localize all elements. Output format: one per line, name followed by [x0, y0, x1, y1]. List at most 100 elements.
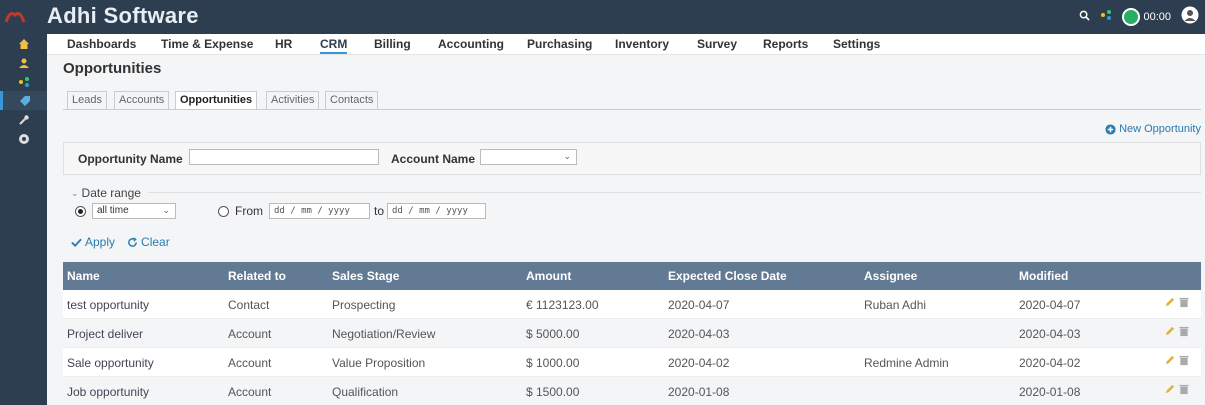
- tab-opportunities[interactable]: Opportunities: [175, 91, 258, 110]
- wrench-icon: [18, 114, 29, 125]
- period-value: all time: [97, 205, 129, 216]
- menu-hr[interactable]: HR: [275, 37, 292, 51]
- sidebar-item-home[interactable]: [0, 34, 47, 53]
- home-icon: [18, 38, 29, 49]
- tags-icon: [20, 95, 30, 106]
- sidebar-item-share[interactable]: [0, 72, 47, 91]
- chevron-down-icon: ⌄: [71, 187, 79, 198]
- sidebar-item-info[interactable]: [0, 129, 47, 148]
- to-date-input[interactable]: dd / mm / yyyy: [387, 203, 487, 219]
- trash-icon[interactable]: [1179, 355, 1189, 366]
- search-icon[interactable]: [1079, 10, 1091, 24]
- filter-actions: Apply Clear: [71, 235, 170, 249]
- cell-sales-stage: Prospecting: [332, 298, 396, 312]
- share-icon[interactable]: [1100, 9, 1112, 24]
- trash-icon[interactable]: [1179, 384, 1189, 395]
- col-assignee[interactable]: Assignee: [864, 269, 917, 283]
- from-radio[interactable]: [218, 205, 229, 217]
- new-opportunity-button[interactable]: New Opportunity: [1105, 123, 1201, 135]
- opportunity-name-label: Opportunity Name: [78, 152, 183, 166]
- date-range-label: Date range: [81, 186, 141, 200]
- account-name-label: Account Name: [391, 152, 476, 166]
- cell-related-to: Contact: [228, 298, 270, 312]
- timer-value: 00:00: [1143, 10, 1171, 23]
- date-range-legend[interactable]: ⌄ Date range: [71, 186, 141, 200]
- cell-modified: 2020-04-07: [1019, 298, 1081, 312]
- cell-sales-stage: Negotiation/Review: [332, 327, 436, 341]
- timer-widget[interactable]: 00:00: [1122, 7, 1171, 26]
- tab-contacts[interactable]: Contacts: [325, 91, 379, 110]
- period-radio[interactable]: [75, 205, 86, 217]
- col-amount[interactable]: Amount: [526, 269, 571, 283]
- plus-circle-icon: [1105, 123, 1116, 135]
- menu-crm[interactable]: CRM: [320, 37, 348, 54]
- menu-settings[interactable]: Settings: [833, 37, 880, 51]
- menu-survey[interactable]: Survey: [697, 37, 737, 51]
- sidebar-item-crm[interactable]: [0, 91, 47, 110]
- user-avatar-icon[interactable]: [1181, 6, 1199, 27]
- menu-accounting[interactable]: Accounting: [438, 37, 504, 51]
- new-opportunity-label: New Opportunity: [1119, 123, 1201, 135]
- sidebar-item-user[interactable]: [0, 53, 47, 72]
- period-select[interactable]: all time ⌄: [92, 203, 176, 219]
- cell-amount: $ 1000.00: [526, 356, 580, 370]
- cell-amount: $ 5000.00: [526, 327, 580, 341]
- col-expected-close-date[interactable]: Expected Close Date: [668, 269, 787, 283]
- cell-name[interactable]: Project deliver: [67, 327, 143, 341]
- from-date-input[interactable]: dd / mm / yyyy: [269, 203, 370, 219]
- col-sales-stage[interactable]: Sales Stage: [332, 269, 399, 283]
- menu-dashboards[interactable]: Dashboards: [67, 37, 136, 51]
- edit-icon[interactable]: [1164, 297, 1175, 308]
- custom-range-option: From dd / mm / yyyy to dd / mm / yyyy: [218, 203, 487, 219]
- edit-icon[interactable]: [1164, 326, 1175, 337]
- cell-name[interactable]: test opportunity: [67, 298, 149, 312]
- cell-name[interactable]: Job opportunity: [67, 385, 149, 399]
- account-name-select[interactable]: ⌄: [480, 149, 577, 165]
- table-row[interactable]: Project deliver Account Negotiation/Review…: [63, 319, 1201, 348]
- row-actions: [1164, 297, 1189, 308]
- app-title: Adhi Software: [47, 3, 199, 28]
- timer-status-icon: [1122, 7, 1141, 26]
- to-label: to: [374, 204, 385, 218]
- cell-modified: 2020-01-08: [1019, 385, 1081, 399]
- table-row[interactable]: Job opportunity Account Qualification $ 150…: [63, 377, 1201, 405]
- edit-icon[interactable]: [1164, 384, 1175, 395]
- period-option: all time ⌄: [75, 203, 176, 219]
- cell-modified: 2020-04-03: [1019, 327, 1081, 341]
- col-modified[interactable]: Modified: [1019, 269, 1068, 283]
- cell-expected-close-date: 2020-04-02: [668, 356, 730, 370]
- col-related-to[interactable]: Related to: [228, 269, 286, 283]
- table-header: Name Related to Sales Stage Amount Expec…: [63, 262, 1201, 290]
- edit-icon[interactable]: [1164, 355, 1175, 366]
- tab-leads[interactable]: Leads: [67, 91, 107, 110]
- menu-purchasing[interactable]: Purchasing: [527, 37, 592, 51]
- trash-icon[interactable]: [1179, 297, 1189, 308]
- tab-accounts[interactable]: Accounts: [114, 91, 170, 110]
- tab-activities[interactable]: Activities: [266, 91, 320, 110]
- menu-time-expense[interactable]: Time & Expense: [161, 37, 253, 51]
- col-name[interactable]: Name: [67, 269, 100, 283]
- from-label: From: [235, 204, 263, 218]
- table-row[interactable]: Sale opportunity Account Value Proposition…: [63, 348, 1201, 377]
- trash-icon[interactable]: [1179, 326, 1189, 337]
- check-icon: [71, 238, 82, 247]
- menu-inventory[interactable]: Inventory: [615, 37, 669, 51]
- opportunity-name-input[interactable]: [189, 149, 379, 165]
- share-icon: [18, 76, 29, 87]
- cell-expected-close-date: 2020-01-08: [668, 385, 730, 399]
- opportunities-table: Name Related to Sales Stage Amount Expec…: [63, 262, 1201, 405]
- menu-billing[interactable]: Billing: [374, 37, 411, 51]
- refresh-icon: [128, 236, 137, 247]
- cell-assignee: Redmine Admin: [864, 356, 949, 370]
- apply-button[interactable]: Apply: [71, 235, 115, 249]
- app-logo-icon: [4, 6, 26, 28]
- chevron-down-icon: ⌄: [563, 151, 571, 161]
- row-actions: [1164, 384, 1189, 395]
- row-actions: [1164, 326, 1189, 337]
- date-range-divider: [148, 192, 1201, 193]
- sidebar-item-tools[interactable]: [0, 110, 47, 129]
- cell-name[interactable]: Sale opportunity: [67, 356, 154, 370]
- table-row[interactable]: test opportunity Contact Prospecting € 1123…: [63, 290, 1201, 319]
- clear-button[interactable]: Clear: [127, 235, 170, 249]
- menu-reports[interactable]: Reports: [763, 37, 808, 51]
